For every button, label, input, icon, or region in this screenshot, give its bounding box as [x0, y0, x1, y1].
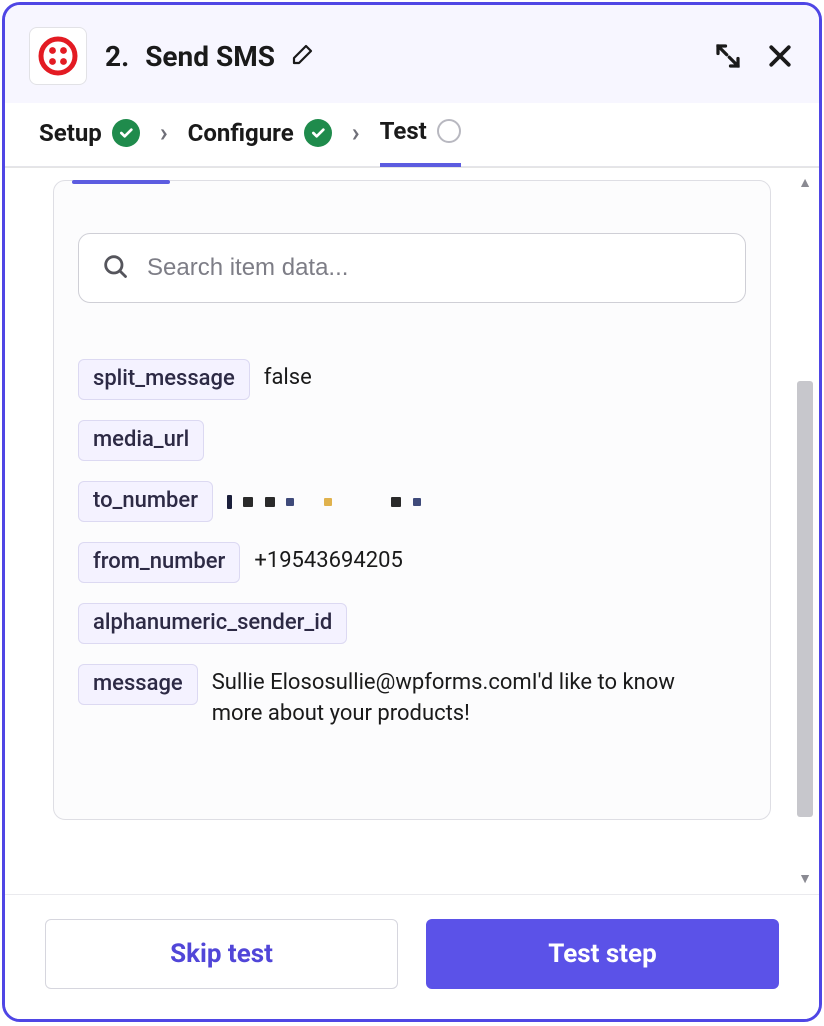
- scroll-up-icon[interactable]: ▲: [798, 176, 812, 190]
- chevron-right-icon: ›: [346, 118, 366, 166]
- scroll-thumb[interactable]: [797, 381, 813, 817]
- field-from-number: from_number +19543694205: [78, 542, 746, 583]
- breadcrumb: Setup › Configure › Test: [5, 103, 819, 167]
- test-step-button[interactable]: Test step: [426, 919, 779, 989]
- scroll-area: split_message false media_url to_number: [5, 168, 795, 894]
- header-actions: [713, 41, 795, 71]
- card-accent: [72, 180, 170, 184]
- step-panel: 2. Send SMS Setup: [2, 2, 822, 1022]
- item-data-card: split_message false media_url to_number: [53, 180, 771, 820]
- skip-test-button[interactable]: Skip test: [45, 919, 398, 989]
- field-key: alphanumeric_sender_id: [78, 603, 347, 644]
- search-icon: [101, 252, 129, 284]
- field-message: message Sullie Elososullie@wpforms.comI'…: [78, 664, 746, 730]
- crumb-setup-label: Setup: [39, 119, 102, 147]
- search-box[interactable]: [78, 233, 746, 303]
- field-alphanumeric-sender-id: alphanumeric_sender_id: [78, 603, 746, 644]
- step-title: 2. Send SMS: [105, 40, 695, 73]
- chevron-right-icon: ›: [154, 118, 174, 166]
- field-list: split_message false media_url to_number: [78, 359, 746, 730]
- edit-title-icon[interactable]: [291, 40, 315, 73]
- crumb-setup[interactable]: Setup: [39, 119, 140, 165]
- field-value-redacted: [227, 481, 427, 518]
- crumb-test-label: Test: [380, 117, 427, 145]
- field-to-number: to_number: [78, 481, 746, 522]
- close-icon[interactable]: [765, 41, 795, 71]
- panel-footer: Skip test Test step: [5, 894, 819, 1019]
- skip-test-label: Skip test: [170, 939, 273, 969]
- expand-icon[interactable]: [713, 41, 743, 71]
- search-input[interactable]: [147, 254, 723, 282]
- field-value: false: [264, 359, 312, 394]
- field-key: message: [78, 664, 198, 705]
- field-value: Sullie Elososullie@wpforms.comI'd like t…: [212, 664, 682, 730]
- field-split-message: split_message false: [78, 359, 746, 400]
- step-number: 2.: [105, 40, 129, 73]
- panel-header: 2. Send SMS: [5, 5, 819, 103]
- field-value: +19543694205: [254, 542, 403, 577]
- field-key: media_url: [78, 420, 204, 461]
- panel-body: split_message false media_url to_number: [5, 167, 819, 894]
- crumb-configure-label: Configure: [188, 119, 294, 147]
- step-title-text: Send SMS: [145, 40, 275, 73]
- crumb-configure[interactable]: Configure: [188, 119, 332, 165]
- crumb-test[interactable]: Test: [380, 117, 461, 167]
- check-icon: [112, 119, 140, 147]
- check-icon: [304, 119, 332, 147]
- twilio-app-icon: [29, 27, 87, 85]
- test-step-label: Test step: [548, 939, 656, 969]
- empty-status-icon: [437, 119, 461, 143]
- scroll-track[interactable]: [797, 190, 813, 872]
- scroll-down-icon[interactable]: ▼: [798, 872, 812, 886]
- field-key: to_number: [78, 481, 213, 522]
- field-key: split_message: [78, 359, 250, 400]
- field-media-url: media_url: [78, 420, 746, 461]
- scrollbar[interactable]: ▲ ▼: [797, 176, 813, 886]
- field-key: from_number: [78, 542, 240, 583]
